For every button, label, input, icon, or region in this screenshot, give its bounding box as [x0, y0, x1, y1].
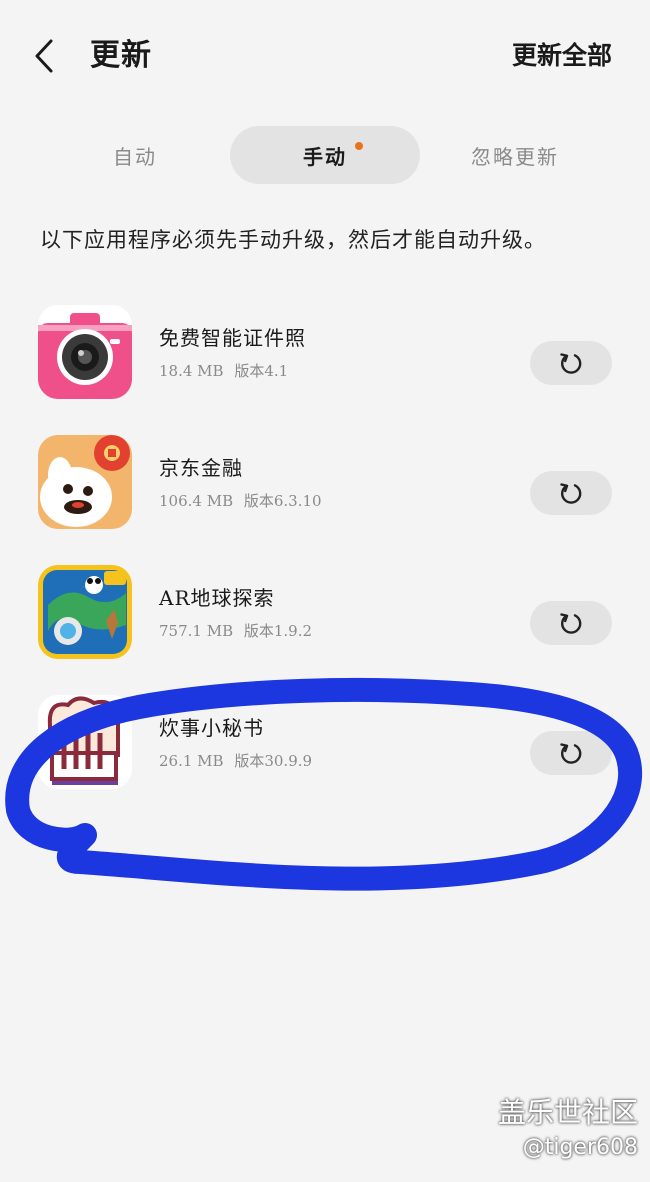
tab-bar: 自动 手动 忽略更新: [40, 126, 610, 184]
tab-manual[interactable]: 手动: [230, 126, 420, 184]
page-title: 更新: [90, 38, 152, 73]
app-name: AR地球探索: [159, 586, 275, 610]
app-size: 757.1 MB: [159, 622, 234, 640]
tab-label: 自动: [113, 144, 157, 169]
jd-finance-icon: [38, 435, 132, 529]
app-version: 版本4.1: [234, 362, 289, 380]
ar-earth-icon: [38, 565, 132, 659]
chevron-left-icon: [35, 39, 53, 73]
list-item: AR地球探索 757.1 MB 版本1.9.2: [0, 555, 650, 685]
app-name: 炊事小秘书: [159, 716, 264, 740]
app-meta: 26.1 MB 版本30.9.9: [159, 749, 318, 773]
refresh-icon: [560, 353, 582, 374]
update-all-button[interactable]: 更新全部: [512, 34, 612, 78]
app-size: 18.4 MB: [159, 362, 224, 380]
new-badge-dot: [355, 142, 363, 150]
app-meta: 106.4 MB 版本6.3.10: [159, 489, 328, 513]
top-app-bar: 更新 更新全部: [0, 0, 650, 112]
update-app-button[interactable]: [530, 731, 612, 775]
app-update-list: 免费智能证件照 18.4 MB 版本4.1 京东金融 106.4 MB 版本6.…: [0, 295, 650, 815]
app-name: 京东金融: [159, 456, 243, 480]
app-size: 106.4 MB: [159, 492, 234, 510]
app-meta: 757.1 MB 版本1.9.2: [159, 619, 318, 643]
list-item: 免费智能证件照 18.4 MB 版本4.1: [0, 295, 650, 425]
tab-label: 忽略更新: [471, 144, 559, 169]
camera-app-icon: [38, 305, 132, 399]
update-app-button[interactable]: [530, 471, 612, 515]
app-version: 版本1.9.2: [243, 622, 313, 640]
list-item: 炊事小秘书 26.1 MB 版本30.9.9: [0, 685, 650, 815]
watermark: 盖乐世社区 @tiger608: [498, 1094, 638, 1164]
manual-update-notice: 以下应用程序必须先手动升级，然后才能自动升级。: [40, 228, 546, 252]
tab-auto[interactable]: 自动: [40, 126, 230, 184]
app-size: 26.1 MB: [159, 752, 224, 770]
app-version: 版本30.9.9: [234, 752, 313, 770]
list-item: 京东金融 106.4 MB 版本6.3.10: [0, 425, 650, 555]
tab-label: 手动: [303, 144, 347, 169]
app-meta: 18.4 MB 版本4.1: [159, 359, 294, 383]
update-app-button[interactable]: [530, 341, 612, 385]
app-name: 免费智能证件照: [159, 326, 306, 350]
tab-ignored[interactable]: 忽略更新: [420, 126, 610, 184]
app-version: 版本6.3.10: [243, 492, 322, 510]
refresh-icon: [560, 483, 582, 504]
update-app-button[interactable]: [530, 601, 612, 645]
watermark-site: 盖乐世社区: [497, 1096, 638, 1129]
chef-hat-icon: [38, 695, 132, 789]
back-button[interactable]: [24, 34, 64, 78]
watermark-user: @tiger608: [522, 1135, 638, 1160]
refresh-icon: [560, 613, 582, 634]
refresh-icon: [560, 743, 582, 764]
